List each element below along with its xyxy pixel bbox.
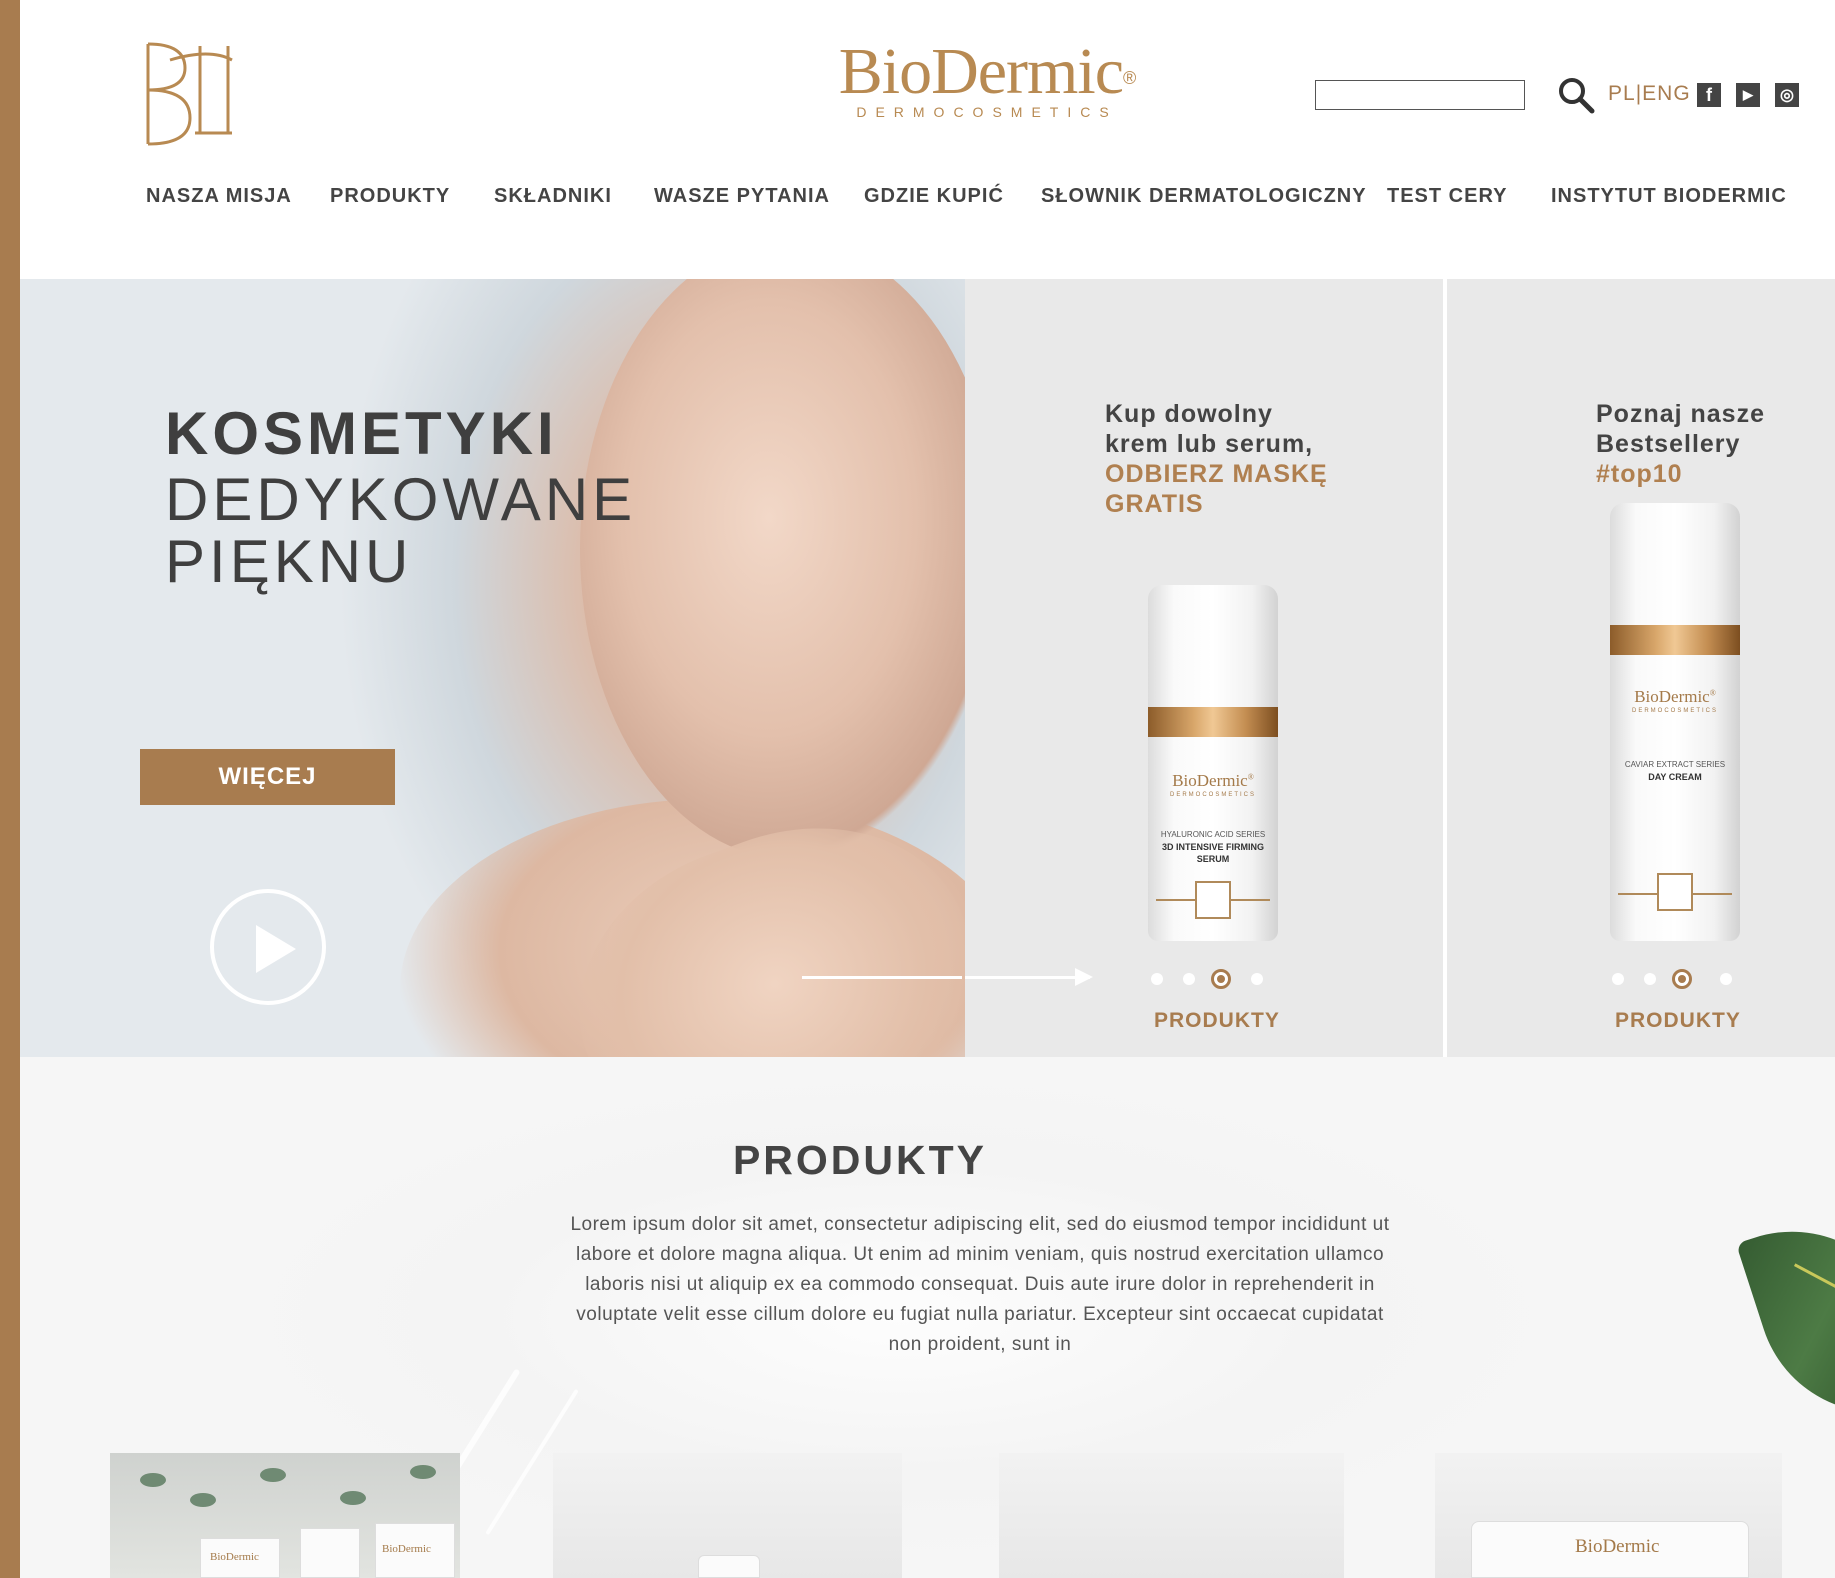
bottle-brand-registered-mark: ® xyxy=(1709,688,1716,698)
arrow-right-icon[interactable] xyxy=(1075,968,1093,986)
bottle-brand: BioDermic xyxy=(1172,771,1248,790)
nav-item-skladniki[interactable]: SKŁADNIKI xyxy=(494,185,612,208)
eucalyptus-leaf xyxy=(340,1491,366,1505)
promo-panel-gift: Kup dowolny krem lub serum, ODBIERZ MASK… xyxy=(965,279,1443,1057)
brand-name: BioDermic xyxy=(838,35,1124,108)
bottle-gold-band xyxy=(1148,707,1278,737)
nav-item-nasza-misja[interactable]: NASZA MISJA xyxy=(146,185,292,208)
products-title: PRODUKTY xyxy=(732,1137,988,1183)
language-switcher: PL|ENG xyxy=(1608,82,1691,106)
brand-registered-mark: ® xyxy=(1123,68,1136,88)
bottle-monogram-icon xyxy=(1657,873,1693,911)
bottle-gold-band xyxy=(1610,625,1740,655)
promo-best-accent: #top10 xyxy=(1596,460,1683,488)
carousel-dot[interactable] xyxy=(1644,973,1656,985)
carousel-dot[interactable] xyxy=(1612,973,1624,985)
hero-title-bold: KOSMETYKI xyxy=(165,400,558,467)
eucalyptus-leaf xyxy=(140,1473,166,1487)
promo-gift-line2: krem lub serum, xyxy=(1105,430,1314,458)
carousel-dot[interactable] xyxy=(1151,973,1163,985)
card-brand-a: BioDermic xyxy=(210,1551,259,1563)
bottle-sub: DERMOCOSMETICS xyxy=(1169,792,1256,798)
carousel-dot[interactable] xyxy=(1183,973,1195,985)
bottle-name-line1: DAY CREAM xyxy=(1648,772,1702,782)
carousel-dot-active[interactable] xyxy=(1672,969,1692,989)
bottle-brand-registered-mark: ® xyxy=(1247,772,1254,782)
promo-products-link[interactable]: PRODUKTY xyxy=(1615,1009,1741,1033)
bottle-brand: BioDermic xyxy=(1634,687,1710,706)
instagram-icon[interactable]: ◎ xyxy=(1775,83,1799,107)
eucalyptus-leaf xyxy=(410,1465,436,1479)
side-stripe xyxy=(0,0,20,1578)
bottle-series: CAVIAR EXTRACT SERIES xyxy=(1624,760,1726,769)
promo-gift-accent1: ODBIERZ MASKĘ xyxy=(1105,460,1328,488)
lang-eng[interactable]: ENG xyxy=(1642,82,1691,105)
play-video-icon[interactable] xyxy=(210,889,326,1005)
nav-item-gdzie-kupic[interactable]: GDZIE KUPIĆ xyxy=(864,185,1004,208)
promo-best-line1: Poznaj nasze xyxy=(1596,400,1765,428)
promo-panel-bestsellers: Poznaj nasze Bestsellery #top10 BioDermi… xyxy=(1447,279,1835,1057)
card-brand: BioDermic xyxy=(1575,1536,1660,1557)
facebook-icon[interactable]: f xyxy=(1697,83,1721,107)
hero-title-light: DEDYKOWANE PIĘKNU xyxy=(165,469,636,593)
bottle-name-line2: SERUM xyxy=(1196,854,1230,864)
promo-best-line2: Bestsellery xyxy=(1596,430,1741,458)
carousel-dot[interactable] xyxy=(1720,973,1732,985)
hero-title-line3: PIĘKNU xyxy=(165,528,413,595)
promo-products-link[interactable]: PRODUKTY xyxy=(1154,1009,1280,1033)
day-cream-bottle-image[interactable]: BioDermic® DERMOCOSMETICS CAVIAR EXTRACT… xyxy=(1610,503,1740,941)
lang-pl[interactable]: PL xyxy=(1608,82,1636,105)
brand-logo[interactable]: BioDermic® DERMOCOSMETICS xyxy=(792,35,1182,121)
nav-item-slownik[interactable]: SŁOWNIK DERMATOLOGICZNY xyxy=(1041,185,1367,208)
bottle-name-line1: 3D INTENSIVE FIRMING xyxy=(1161,842,1264,852)
product-bottle-top xyxy=(698,1555,760,1578)
main-navigation: NASZA MISJA PRODUKTY SKŁADNIKI WASZE PYT… xyxy=(20,185,1835,215)
hero-arrow-line xyxy=(802,976,962,979)
serum-bottle-image[interactable]: BioDermic® DERMOCOSMETICS HYALURONIC ACI… xyxy=(1148,585,1278,941)
hero-title-line2: DEDYKOWANE xyxy=(165,466,637,533)
promo-gift-accent2: GRATIS xyxy=(1105,490,1204,518)
hero-model-face xyxy=(580,279,965,859)
card-brand-b: BioDermic xyxy=(382,1543,431,1555)
product-card[interactable]: BioDermic BioDermic xyxy=(110,1453,460,1578)
hero-banner: KOSMETYKI DEDYKOWANE PIĘKNU WIĘCEJ xyxy=(20,279,965,1057)
brand-monogram-logo[interactable] xyxy=(140,38,240,150)
carousel-dots xyxy=(1151,969,1271,989)
youtube-icon[interactable]: ▶ xyxy=(1736,83,1760,107)
nav-item-instytut[interactable]: INSTYTUT BIODERMIC xyxy=(1551,185,1787,208)
bottle-monogram-icon xyxy=(1195,881,1231,919)
products-description: Lorem ipsum dolor sit amet, consectetur … xyxy=(570,1214,1390,1355)
leaf-decoration xyxy=(1735,1200,1835,1444)
nav-item-wasze-pytania[interactable]: WASZE PYTANIA xyxy=(654,185,830,208)
more-button[interactable]: WIĘCEJ xyxy=(140,749,395,805)
nav-item-produkty[interactable]: PRODUKTY xyxy=(330,185,450,208)
promo-best-text: Poznaj nasze Bestsellery #top10 xyxy=(1596,399,1765,489)
carousel-dot-active[interactable] xyxy=(1211,969,1231,989)
product-box xyxy=(300,1528,360,1578)
eucalyptus-leaf xyxy=(190,1493,216,1507)
carousel-dots xyxy=(1612,969,1732,989)
promo-gift-line1: Kup dowolny xyxy=(1105,400,1273,428)
search-input[interactable] xyxy=(1315,80,1525,110)
bottle-sub: DERMOCOSMETICS xyxy=(1631,708,1718,714)
eucalyptus-leaf xyxy=(260,1468,286,1482)
product-card[interactable]: BioDermic xyxy=(1435,1453,1782,1578)
arrow-line xyxy=(965,976,1090,979)
product-card[interactable] xyxy=(999,1453,1344,1578)
header: BioDermic® DERMOCOSMETICS PL|ENG f ▶ ◎ N… xyxy=(20,0,1835,279)
promo-gift-text: Kup dowolny krem lub serum, ODBIERZ MASK… xyxy=(1105,399,1328,519)
product-card[interactable] xyxy=(553,1453,902,1578)
nav-item-test-cery[interactable]: TEST CERY xyxy=(1387,185,1508,208)
carousel-dot[interactable] xyxy=(1251,973,1263,985)
search-icon[interactable] xyxy=(1556,75,1596,115)
bottle-series: HYALURONIC ACID SERIES xyxy=(1160,830,1266,839)
